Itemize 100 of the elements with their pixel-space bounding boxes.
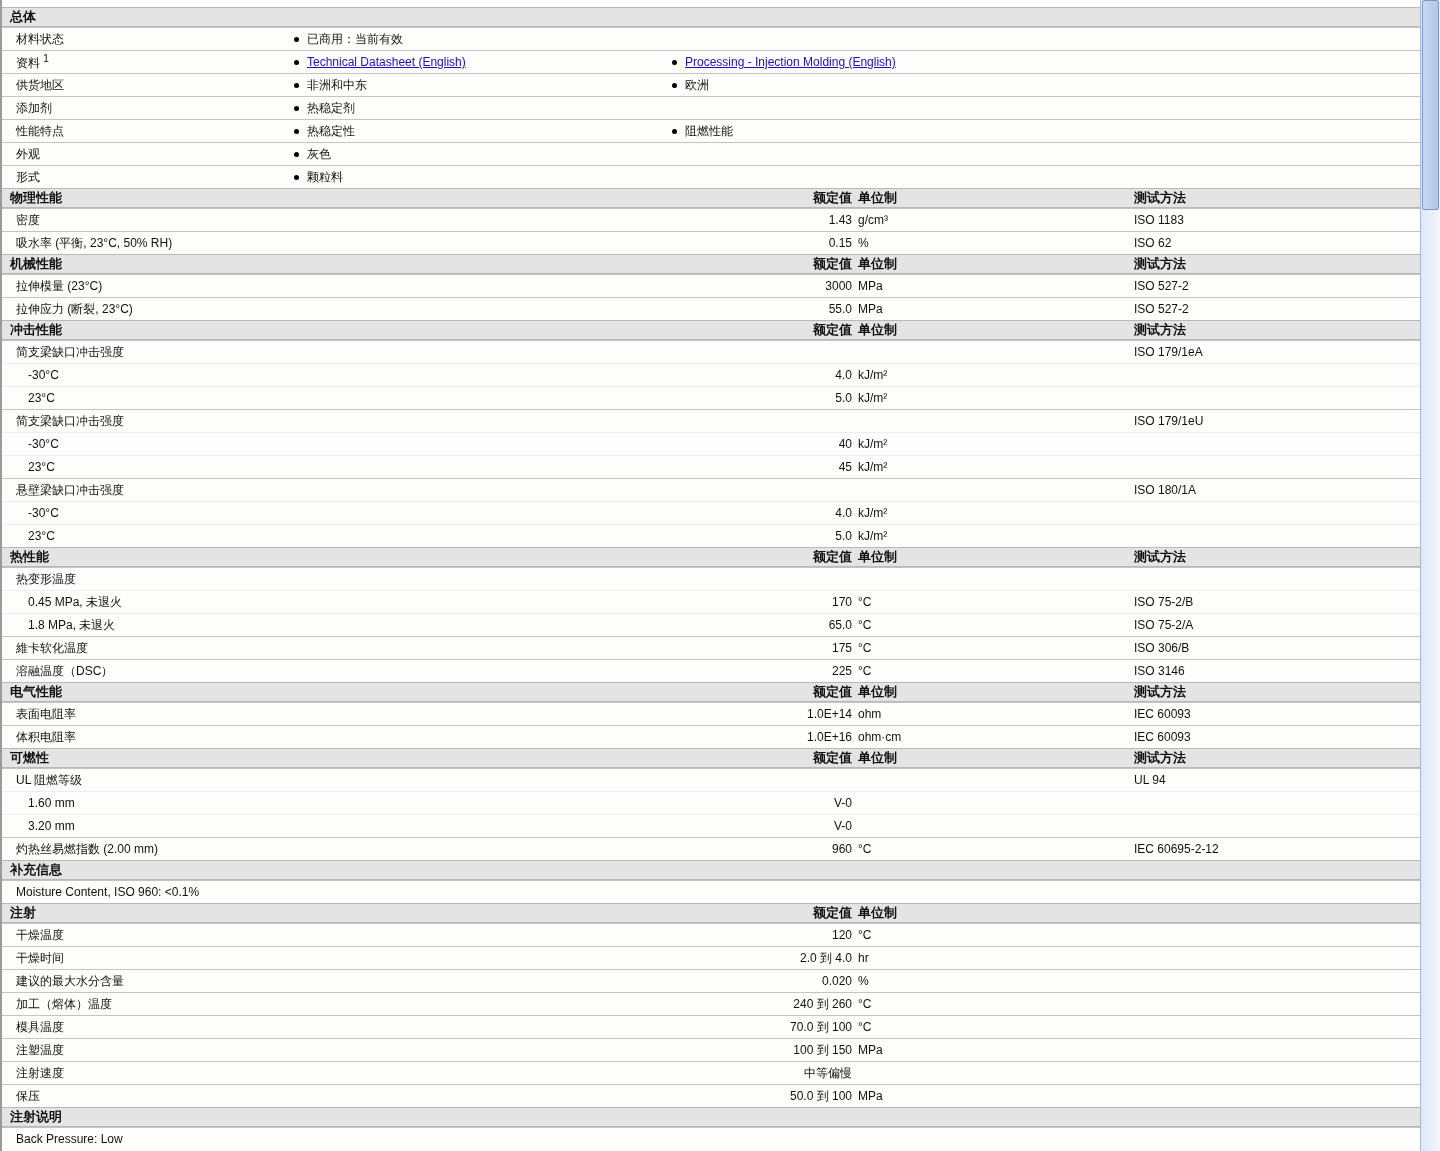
- list-value: 非洲和中东: [307, 76, 367, 94]
- property-value: 960: [830, 842, 852, 856]
- test-method: IEC 60093: [1134, 707, 1192, 721]
- property-unit: °C: [857, 997, 873, 1011]
- bullet-icon: [294, 82, 299, 88]
- property-label: 23°C: [27, 391, 56, 405]
- property-label: 吸水率 (平衡, 23°C, 50% RH): [15, 234, 174, 252]
- test-method: ISO 527-2: [1134, 302, 1190, 316]
- property-label: 保压: [15, 1087, 41, 1105]
- property-value: 55.0: [827, 302, 852, 316]
- property-label: 干燥温度: [15, 926, 65, 944]
- property-unit: °C: [857, 1020, 873, 1034]
- property-unit: kJ/m²: [857, 437, 889, 451]
- property-unit: g/cm³: [857, 213, 889, 227]
- section-title: 物理性能: [9, 189, 63, 207]
- property-value: 5.0: [834, 391, 852, 405]
- test-method: ISO 179/1eU: [1134, 414, 1205, 428]
- list-value: 阻燃性能: [685, 122, 733, 140]
- column-heading: 测试方法: [1134, 548, 1187, 566]
- property-label: 溶融温度（DSC）: [15, 662, 115, 680]
- property-unit: kJ/m²: [857, 391, 889, 405]
- test-method: ISO 1183: [1134, 213, 1185, 227]
- property-value: 175: [830, 641, 852, 655]
- property-value: 1.43: [827, 213, 852, 227]
- property-label: 3.20 mm: [27, 819, 76, 833]
- section-title: 注射说明: [9, 1108, 63, 1126]
- property-label: 注射速度: [15, 1064, 65, 1082]
- section-title: 机械性能: [8, 255, 63, 273]
- property-unit: °C: [857, 842, 873, 856]
- section-title: 热性能: [9, 548, 50, 566]
- property-label: 灼热丝易燃指数 (2.00 mm): [15, 840, 159, 858]
- bullet-icon: [294, 174, 299, 180]
- column-heading: 测试方法: [1134, 749, 1187, 767]
- datasheet-link[interactable]: Processing - Injection Molding (English): [685, 55, 896, 69]
- list-value: 欧洲: [685, 76, 709, 94]
- scrollbar-thumb[interactable]: [1422, 0, 1439, 210]
- property-unit: MPa: [857, 279, 884, 293]
- property-value: V-0: [833, 796, 852, 810]
- property-label: 形式: [15, 168, 41, 186]
- bullet-icon: [294, 36, 299, 42]
- column-heading: 额定值: [812, 749, 852, 767]
- property-unit: °C: [857, 664, 873, 678]
- property-unit: kJ/m²: [857, 506, 889, 520]
- property-label: 简支梁缺口冲击强度: [15, 412, 125, 430]
- property-unit: ohm·cm: [857, 730, 903, 744]
- property-label: -30°C: [27, 368, 60, 382]
- property-value: 2.0 到 4.0: [798, 949, 852, 967]
- property-label: 材料状态: [15, 30, 65, 48]
- property-value: 0.020: [820, 974, 852, 988]
- column-heading: 单位制: [857, 683, 898, 701]
- property-value: 3000: [824, 279, 852, 293]
- list-value: 热稳定剂: [307, 99, 355, 117]
- column-heading: 单位制: [857, 255, 898, 273]
- test-method: ISO 306/B: [1134, 641, 1191, 655]
- property-unit: %: [857, 236, 870, 250]
- property-label: 性能特点: [15, 122, 65, 140]
- property-value: 1.0E+16: [805, 730, 852, 744]
- property-label: 維卡软化温度: [15, 639, 89, 657]
- property-value: 170: [830, 595, 852, 609]
- column-heading: 单位制: [857, 749, 898, 767]
- column-heading: 单位制: [857, 904, 898, 922]
- bullet-icon: [294, 128, 299, 134]
- section-title: 注射: [9, 904, 37, 922]
- section-title: 总体: [8, 8, 37, 26]
- property-value: 70.0 到 100: [788, 1018, 852, 1036]
- property-unit: hr: [857, 951, 870, 965]
- list-value: 灰色: [307, 145, 331, 163]
- test-method: ISO 62: [1134, 236, 1173, 250]
- property-label: 密度: [15, 211, 41, 229]
- property-label: 外观: [15, 145, 41, 163]
- property-label: -30°C: [27, 506, 60, 520]
- property-label: 拉伸模量 (23°C): [15, 277, 104, 295]
- property-value: 1.0E+14: [805, 707, 852, 721]
- section-title: 电气性能: [9, 683, 63, 701]
- property-unit: MPa: [857, 1089, 884, 1103]
- property-value: 120: [830, 928, 852, 942]
- property-label: 悬壁梁缺口冲击强度: [15, 481, 125, 499]
- property-label: 0.45 MPa, 未退火: [27, 593, 124, 611]
- bullet-icon: [294, 151, 299, 157]
- datasheet-link[interactable]: Technical Datasheet (English): [307, 55, 466, 69]
- section-title: 补充信息: [9, 861, 63, 879]
- property-label: 加工（熔体）温度: [15, 995, 113, 1013]
- property-unit: °C: [857, 595, 873, 609]
- property-unit: MPa: [857, 302, 884, 316]
- property-value: 45: [837, 460, 852, 474]
- property-label: 体积电阻率: [15, 728, 77, 746]
- property-value: 225: [830, 664, 852, 678]
- property-unit: kJ/m²: [857, 368, 889, 382]
- property-unit: kJ/m²: [857, 460, 889, 474]
- property-label: 模具温度: [15, 1018, 65, 1036]
- column-heading: 单位制: [857, 548, 898, 566]
- property-unit: °C: [857, 641, 873, 655]
- property-label: -30°C: [27, 437, 60, 451]
- column-heading: 单位制: [857, 189, 898, 207]
- test-method: ISO 75-2/A: [1134, 618, 1195, 632]
- list-value: 颗粒料: [307, 168, 343, 186]
- column-heading: 额定值: [812, 904, 852, 922]
- scrollbar[interactable]: [1420, 0, 1440, 1151]
- property-label: 1.8 MPa, 未退火: [27, 616, 117, 634]
- property-label: 23°C: [27, 460, 56, 474]
